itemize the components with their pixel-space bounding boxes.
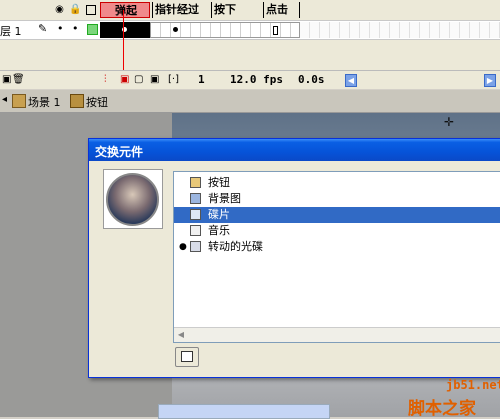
symbol-preview [103,169,163,229]
bitmap-icon [190,193,201,204]
scroll-left-icon[interactable]: ◀ [345,74,357,87]
crosshair-icon: ✛ [444,115,455,129]
symbol-breadcrumb[interactable]: 按钮 [86,94,108,110]
visibility-dot[interactable]: • [57,22,64,35]
lock-icon[interactable]: 🔒 [69,4,81,15]
onion-markers-icon[interactable]: [·] [168,74,179,85]
list-horizontal-scrollbar[interactable]: ◀ [174,327,500,342]
button-symbol-icon [190,177,201,188]
eye-icon[interactable]: ◉ [54,4,65,15]
onion-outline-icon[interactable]: ▢ [134,74,143,85]
list-item[interactable]: ● 转动的光碟 [174,239,500,255]
layer-name[interactable]: 层 1 [0,23,22,39]
pencil-icon: ✎ [38,22,48,35]
list-item-label: 音乐 [208,224,230,237]
empty-frames[interactable] [300,22,500,38]
keyframe-dot-over [173,27,178,32]
scene-icon [12,94,26,108]
scroll-right-icon[interactable]: ▶ [484,74,496,87]
frame-labels: 弹起 指针经过 按下 点击 [100,2,300,18]
edit-multiple-icon[interactable]: ▣ [150,74,159,85]
frame-rate: 12.0 fps [230,73,283,86]
current-symbol-bullet-icon: ● [179,242,187,252]
list-item-selected[interactable]: 碟片 [174,207,500,223]
scroll-left-icon[interactable]: ◀ [175,329,187,341]
scene-breadcrumb[interactable]: 场景 1 [28,94,61,110]
frames-area[interactable] [100,21,500,39]
lock-dot[interactable]: • [72,22,79,35]
swap-symbol-dialog: 交换元件 按钮 背景图 碟片 音乐 ● 转动的光碟 ◀ [88,138,500,378]
button-symbol-icon [70,94,84,108]
sound-icon [190,225,201,236]
duplicate-symbol-button[interactable] [175,347,199,367]
watermark-site: jb51.net [446,378,500,392]
watermark: jb51.net 脚本之家 [408,378,500,419]
trash-icon[interactable]: 🗑 [12,74,25,85]
outline-icon[interactable] [86,5,96,15]
movieclip-symbol-icon [190,241,201,252]
add-layer-icon[interactable]: ▣ [2,74,11,85]
current-frame: 1 [198,73,205,86]
timeline-header: ◉ 🔒 弹起 指针经过 按下 点击 [0,0,500,20]
elapsed-time: 0.0s [298,73,325,86]
dialog-titlebar[interactable]: 交换元件 [89,139,500,161]
watermark-name: 脚本之家 [408,399,476,419]
list-item[interactable]: 按钮 [174,175,500,191]
frame-label-down[interactable]: 按下 [211,2,263,18]
list-item-label: 背景图 [208,192,241,205]
list-item[interactable]: 音乐 [174,223,500,239]
timeline-status-bar: ▣ 🗑 ⫶ ▣ ▢ ▣ [·] 1 12.0 fps 0.0s ◀ ▶ [0,70,500,89]
frame-label-up[interactable]: 弹起 [100,2,150,18]
symbol-list[interactable]: 按钮 背景图 碟片 音乐 ● 转动的光碟 ◀ [173,171,500,343]
layer-row[interactable]: 层 1 ✎ • • [0,20,500,40]
center-frame-icon[interactable]: ⫶ [104,74,107,85]
timeline-panel: ◉ 🔒 弹起 指针经过 按下 点击 层 1 ✎ • • ▣ 🗑 ⫶ ▣ ▢ ▣ [0,0,500,89]
playhead[interactable] [123,10,124,70]
duplicate-icon [181,351,193,362]
frame-label-hit[interactable]: 点击 [263,2,300,18]
edit-bar: ◂ 场景 1 按钮 [0,90,500,113]
graphic-symbol-icon [190,209,201,220]
list-item-label: 碟片 [208,208,230,221]
list-item-label: 转动的光碟 [208,240,263,253]
preview-image [106,173,159,226]
list-item[interactable]: 背景图 [174,191,500,207]
frame-label-over[interactable]: 指针经过 [152,2,210,18]
dialog-title: 交换元件 [95,145,144,159]
onion-skin-icon[interactable]: ▣ [120,74,129,85]
list-item-label: 按钮 [208,176,230,189]
back-arrow-icon[interactable]: ◂ [2,94,12,106]
empty-keyframe-marker [273,26,278,35]
layer-color-box[interactable] [87,24,98,35]
